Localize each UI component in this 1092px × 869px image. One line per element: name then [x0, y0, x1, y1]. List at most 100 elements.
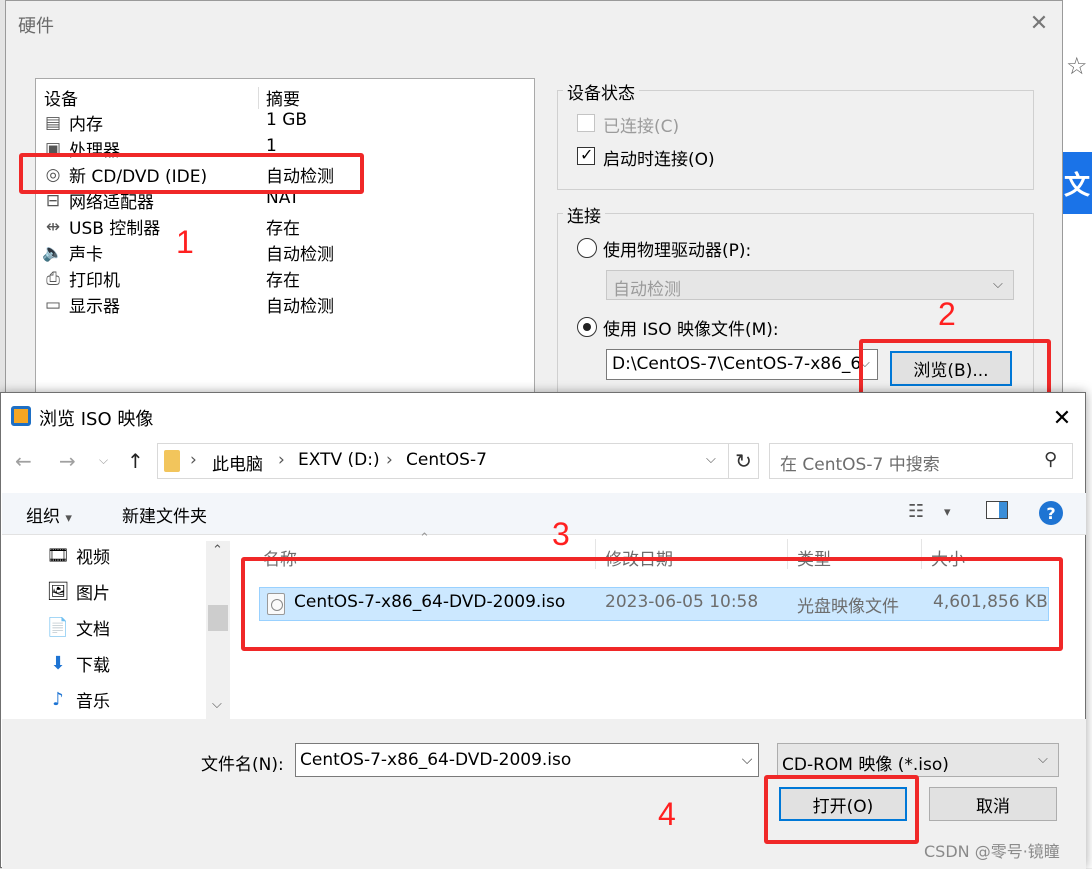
iso-image-radio[interactable]: [577, 317, 597, 337]
forward-arrow-icon[interactable]: →: [59, 449, 76, 473]
speaker-icon: 🔈: [42, 243, 64, 263]
nav-item-label: 音乐: [76, 692, 110, 712]
usb-icon: ⇹: [45, 217, 61, 237]
close-icon[interactable]: ✕: [1045, 401, 1079, 435]
iso-path-value: D:\CentOS-7\CentOS-7-x86_6: [612, 354, 862, 374]
connected-checkbox[interactable]: [577, 114, 595, 132]
scroll-up-icon[interactable]: ⌃: [212, 543, 223, 558]
search-input[interactable]: 在 CentOS-7 中搜索 ⚲: [769, 443, 1073, 479]
nav-item-pictures[interactable]: 🖼 图片: [2, 573, 202, 609]
connection-title: 连接: [563, 202, 605, 227]
annotation-number-4: 4: [658, 796, 676, 832]
device-row-display[interactable]: ▭ 显示器 自动检测: [40, 292, 520, 318]
download-icon: ⬇: [50, 652, 66, 674]
annotation-number-2: 2: [938, 296, 956, 332]
help-icon[interactable]: ?: [1039, 501, 1063, 525]
column-device[interactable]: 设备: [44, 85, 78, 110]
annotation-number-1: 1: [176, 224, 194, 260]
physical-drive-label: 使用物理驱动器(P):: [603, 241, 752, 261]
documents-icon: 📄: [46, 616, 70, 638]
recent-locations-icon[interactable]: ⌵: [99, 453, 108, 468]
connect-at-power-on-checkbox[interactable]: ✓: [577, 145, 595, 165]
file-type-filter[interactable]: CD-ROM 映像 (*.iso) ⌵: [777, 743, 1059, 777]
star-icon[interactable]: ☆: [1066, 52, 1088, 80]
nav-item-label: 下载: [76, 656, 110, 676]
chevron-down-icon: ⌵: [993, 277, 1003, 292]
up-arrow-icon[interactable]: ↑: [127, 449, 144, 473]
hardware-dialog-title: 硬件: [18, 16, 54, 37]
device-row-memory[interactable]: ▤ 内存 1 GB: [40, 110, 520, 136]
navigation-pane: 🎞 视频 🖼 图片 📄 文档 ⬇ 下载 ♪ 音乐: [2, 537, 232, 719]
connected-label: 已连接(C): [603, 117, 680, 137]
checkmark-icon: ✓: [580, 145, 594, 164]
physical-drive-radio[interactable]: [577, 238, 597, 258]
device-row-printer[interactable]: ⎙ 打印机 存在: [40, 266, 520, 292]
organize-label: 组织: [26, 507, 60, 527]
device-summary: 1 GB: [266, 110, 308, 130]
device-summary: 自动检测: [266, 297, 334, 317]
refresh-icon[interactable]: ↻: [729, 443, 759, 479]
breadcrumb-chevron-icon: ›: [190, 450, 197, 470]
vmware-icon: [11, 406, 31, 426]
device-row-usb[interactable]: ⇹ USB 控制器 存在: [40, 214, 520, 240]
folder-icon: [164, 450, 180, 472]
filename-input[interactable]: CentOS-7-x86_64-DVD-2009.iso: [295, 743, 759, 777]
nav-item-downloads[interactable]: ⬇ 下载: [2, 645, 202, 681]
breadcrumb-folder[interactable]: CentOS-7: [406, 450, 487, 470]
address-bar[interactable]: › 此电脑 › EXTV (D:) › CentOS-7 ⌵: [157, 443, 729, 479]
annotation-box-4: [764, 775, 919, 844]
file-type-filter-value: CD-ROM 映像 (*.iso): [782, 755, 949, 775]
device-summary: 自动检测: [266, 245, 334, 265]
chevron-down-icon[interactable]: ⌵: [706, 452, 716, 467]
nav-item-videos[interactable]: 🎞 视频: [2, 537, 202, 573]
filename-value: CentOS-7-x86_64-DVD-2009.iso: [300, 750, 572, 770]
new-folder-button[interactable]: 新建文件夹: [122, 502, 207, 527]
device-row-sound[interactable]: 🔈 声卡 自动检测: [40, 240, 520, 266]
device-name: 显示器: [69, 297, 120, 317]
device-name: 打印机: [69, 271, 120, 291]
device-name: 声卡: [69, 245, 103, 265]
physical-drive-value: 自动检测: [613, 280, 681, 300]
column-summary[interactable]: 摘要: [266, 85, 300, 110]
preview-pane-icon[interactable]: [986, 501, 1008, 519]
cancel-button-label: 取消: [976, 796, 1010, 817]
breadcrumb-drive[interactable]: EXTV (D:): [298, 450, 380, 470]
annotation-number-3: 3: [552, 516, 570, 552]
search-placeholder: 在 CentOS-7 中搜索: [780, 455, 940, 475]
nav-item-documents[interactable]: 📄 文档: [2, 609, 202, 645]
scroll-down-icon[interactable]: ⌵: [212, 697, 222, 712]
iso-image-label: 使用 ISO 映像文件(M):: [603, 320, 779, 340]
caret-down-icon[interactable]: ▾: [944, 505, 951, 520]
annotation-box-2: [859, 339, 1051, 400]
breadcrumb-this-pc[interactable]: 此电脑: [212, 450, 263, 475]
music-icon: ♪: [52, 688, 64, 710]
memory-icon: ▤: [44, 113, 62, 133]
view-options-icon[interactable]: ☷: [908, 501, 924, 522]
column-separator[interactable]: [258, 87, 259, 109]
organize-menu[interactable]: 组织 ▾: [26, 502, 72, 527]
chevron-down-icon: ⌵: [1038, 752, 1048, 767]
scrollbar-thumb[interactable]: [208, 605, 228, 631]
search-icon[interactable]: ⚲: [1044, 449, 1057, 470]
cancel-button[interactable]: 取消: [929, 787, 1057, 821]
nav-item-label: 视频: [76, 548, 110, 568]
printer-icon: ⎙: [46, 269, 60, 289]
background-translate-tab[interactable]: 文: [1062, 152, 1092, 214]
device-list-header: 设备 摘要: [44, 85, 528, 110]
nav-item-label: 文档: [76, 620, 110, 640]
command-bar: 组织 ▾ 新建文件夹 ☷ ▾: [2, 493, 1086, 535]
breadcrumb-chevron-icon: ›: [386, 450, 393, 470]
back-arrow-icon[interactable]: ←: [15, 449, 32, 473]
browse-dialog-title: 浏览 ISO 映像: [39, 409, 154, 430]
breadcrumb-chevron-icon: ›: [278, 450, 285, 470]
caret-down-icon: ▾: [65, 511, 72, 526]
connect-at-power-on-label: 启动时连接(O): [603, 150, 715, 170]
filename-label: 文件名(N):: [201, 755, 284, 775]
nav-item-music[interactable]: ♪ 音乐: [2, 681, 202, 717]
sort-ascending-icon: ⌃: [419, 531, 430, 546]
close-icon[interactable]: ✕: [1024, 8, 1054, 38]
device-status-title: 设备状态: [563, 79, 639, 104]
translate-tab-label: 文: [1063, 170, 1090, 201]
iso-path-input[interactable]: D:\CentOS-7\CentOS-7-x86_6: [606, 349, 878, 380]
chevron-down-icon[interactable]: ⌵: [735, 743, 759, 777]
